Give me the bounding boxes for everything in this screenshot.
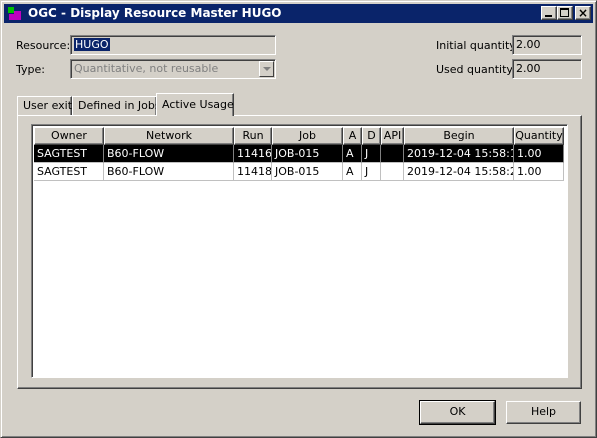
cell-d: J	[362, 145, 381, 163]
cell-d: J	[362, 163, 381, 181]
cell-a: A	[343, 145, 362, 163]
column-header-d[interactable]: D	[362, 127, 381, 145]
cell-api	[381, 163, 404, 181]
tab-defined-in-jobs[interactable]: Defined in Jobs	[72, 96, 161, 116]
cell-quantity: 1.00	[514, 163, 564, 181]
used-quantity-label: Used quantity:	[436, 63, 516, 76]
title-bar[interactable]: OGC - Display Resource Master HUGO ×	[4, 4, 593, 23]
column-header-owner[interactable]: Owner	[34, 127, 104, 145]
cell-job: JOB-015	[272, 145, 343, 163]
cell-job: JOB-015	[272, 163, 343, 181]
column-header-network[interactable]: Network	[104, 127, 234, 145]
used-quantity-value: 2.00	[516, 62, 541, 75]
resource-value: HUGO	[74, 38, 110, 51]
resource-field[interactable]: HUGO	[70, 35, 276, 55]
cell-run: 11418	[234, 163, 272, 181]
resource-label: Resource:	[16, 39, 71, 52]
column-header-api[interactable]: API	[381, 127, 404, 145]
dialog-window: OGC - Display Resource Master HUGO × Res…	[0, 0, 597, 438]
cell-begin: 2019-12-04 15:58:20	[404, 163, 514, 181]
column-header-job[interactable]: Job	[272, 127, 343, 145]
close-icon: ×	[577, 6, 589, 20]
initial-quantity-field[interactable]: 2.00	[512, 35, 582, 55]
used-quantity-field[interactable]: 2.00	[512, 59, 582, 79]
initial-quantity-label: Initial quantity:	[436, 39, 519, 52]
column-header-run[interactable]: Run	[234, 127, 272, 145]
cell-a: A	[343, 163, 362, 181]
type-label: Type:	[16, 63, 45, 76]
active-usage-panel: Owner Network Run Job A D API Begin Quan…	[17, 115, 582, 389]
tab-user-exit[interactable]: User exit	[17, 96, 72, 116]
cell-owner: SAGTEST	[34, 145, 104, 163]
cell-network: B60-FLOW	[104, 163, 234, 181]
type-value: Quantitative, not reusable	[74, 62, 219, 75]
maximize-button[interactable]	[557, 6, 573, 20]
ok-button[interactable]: OK	[419, 400, 496, 425]
cell-network: B60-FLOW	[104, 145, 234, 163]
tab-active-usage[interactable]: Active Usage	[156, 93, 234, 116]
initial-quantity-value: 2.00	[516, 38, 541, 51]
tab-label: User exit	[23, 99, 73, 112]
close-button[interactable]: ×	[575, 6, 591, 20]
app-icon	[7, 6, 23, 22]
table-header: Owner Network Run Job A D API Begin Quan…	[34, 127, 564, 145]
tab-label: Defined in Jobs	[78, 99, 161, 112]
chevron-down-icon	[263, 67, 271, 71]
help-button[interactable]: Help	[506, 401, 581, 424]
cell-begin: 2019-12-04 15:58:19	[404, 145, 514, 163]
tab-label: Active Usage	[162, 98, 234, 111]
table-row[interactable]: SAGTEST B60-FLOW 11416 JOB-015 A J 2019-…	[34, 145, 564, 163]
minimize-icon	[545, 15, 552, 17]
minimize-button[interactable]	[541, 6, 557, 20]
cell-owner: SAGTEST	[34, 163, 104, 181]
cell-api	[381, 145, 404, 163]
active-usage-table[interactable]: Owner Network Run Job A D API Begin Quan…	[31, 124, 568, 378]
type-dropdown[interactable]: Quantitative, not reusable	[70, 59, 276, 79]
cell-quantity: 1.00	[514, 145, 564, 163]
column-header-a[interactable]: A	[343, 127, 362, 145]
column-header-begin[interactable]: Begin	[404, 127, 514, 145]
window-title: OGC - Display Resource Master HUGO	[28, 6, 282, 20]
maximize-icon	[560, 8, 569, 17]
cell-run: 11416	[234, 145, 272, 163]
column-header-quantity[interactable]: Quantity	[514, 127, 564, 145]
table-row[interactable]: SAGTEST B60-FLOW 11418 JOB-015 A J 2019-…	[34, 163, 564, 181]
type-dropdown-button[interactable]	[259, 61, 274, 77]
